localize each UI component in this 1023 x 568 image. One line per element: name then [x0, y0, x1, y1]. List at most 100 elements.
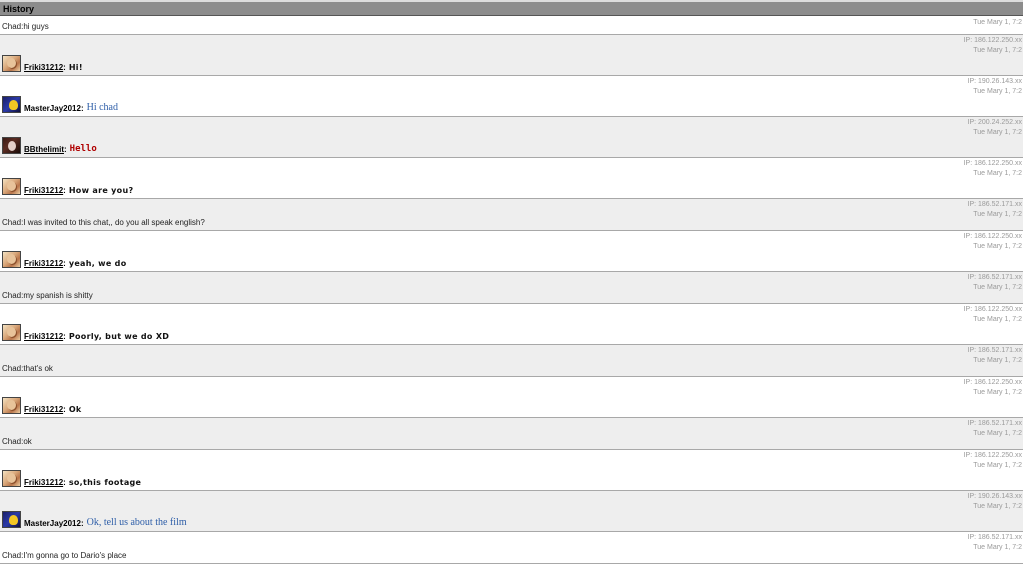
message-row: IP: 190.26.143.xx Tue Mary 1, 7:2 MasterJa…: [0, 491, 1023, 532]
message-meta: IP: 186.122.250.xx Tue Mary 1, 7:2: [964, 378, 1022, 398]
separator: :: [80, 104, 84, 113]
ip-address: IP: 186.52.171.xx: [967, 534, 1022, 541]
ip-address: IP: 186.122.250.xx: [963, 160, 1022, 167]
ip-address: IP: 200.24.252.xx: [967, 119, 1022, 126]
message-meta: IP: 186.122.250.xx Tue Mary 1, 7:2: [964, 451, 1022, 471]
message-list: Tue Mary 1, 7:2 Chad: hi guys IP: 186.122.…: [0, 17, 1023, 564]
message-line: Friki31212: Hi!: [2, 55, 83, 72]
separator: :: [63, 332, 66, 341]
message-meta: IP: 190.26.143.xx Tue Mary 1, 7:2: [968, 492, 1022, 512]
message-row: IP: 186.52.171.xx Tue Mary 1, 7:2 Chad: ok: [0, 418, 1023, 450]
avatar[interactable]: [2, 251, 21, 268]
ip-address: IP: 190.26.143.xx: [967, 493, 1022, 500]
timestamp: Tue Mary 1, 7:2: [973, 316, 1022, 323]
message-row: IP: 186.52.171.xx Tue Mary 1, 7:2 Chad: th…: [0, 345, 1023, 377]
message-row: IP: 186.122.250.xx Tue Mary 1, 7:2 Friki31…: [0, 231, 1023, 272]
ip-address: IP: 190.26.143.xx: [967, 78, 1022, 85]
username-link[interactable]: Friki31212: [24, 186, 63, 195]
message-row: Tue Mary 1, 7:2 Chad: hi guys: [0, 17, 1023, 35]
message-line: Friki31212: Poorly, but we do XD: [2, 324, 169, 341]
timestamp: Tue Mary 1, 7:2: [973, 211, 1022, 218]
username-link: MasterJay2012: [24, 519, 81, 528]
username-link[interactable]: Friki31212: [24, 478, 63, 487]
author-name: Chad: [2, 291, 22, 300]
username-link: MasterJay2012: [24, 104, 81, 113]
timestamp: Tue Mary 1, 7:2: [973, 170, 1022, 177]
username-link[interactable]: Friki31212: [24, 332, 63, 341]
ip-address: IP: 186.122.250.xx: [963, 233, 1022, 240]
separator: :: [63, 405, 66, 414]
separator: :: [64, 145, 67, 154]
message-meta: IP: 186.52.171.xx Tue Mary 1, 7:2: [968, 273, 1022, 293]
timestamp: Tue Mary 1, 7:2: [973, 284, 1022, 291]
avatar[interactable]: [2, 397, 21, 414]
author-name: Chad: [2, 364, 22, 373]
avatar[interactable]: [2, 55, 21, 72]
history-header: History: [0, 2, 1023, 16]
message-row: IP: 186.122.250.xx Tue Mary 1, 7:2 Friki31…: [0, 304, 1023, 345]
message-row: IP: 186.52.171.xx Tue Mary 1, 7:2 Chad: my…: [0, 272, 1023, 304]
username-link[interactable]: Friki31212: [24, 63, 63, 72]
author-name: Chad: [2, 551, 22, 560]
avatar[interactable]: [2, 178, 21, 195]
separator: :: [63, 478, 66, 487]
message-text: Ok: [68, 405, 82, 414]
ip-address: IP: 186.122.250.xx: [963, 379, 1022, 386]
message-text: that's ok: [23, 364, 53, 373]
author-name: Chad: [2, 218, 22, 227]
message-meta: Tue Mary 1, 7:2: [973, 18, 1022, 28]
ip-address: IP: 186.52.171.xx: [967, 274, 1022, 281]
ip-address: IP: 186.52.171.xx: [967, 420, 1022, 427]
message-meta: IP: 186.52.171.xx Tue Mary 1, 7:2: [968, 346, 1022, 366]
message-meta: IP: 186.122.250.xx Tue Mary 1, 7:2: [964, 159, 1022, 179]
message-meta: IP: 186.122.250.xx Tue Mary 1, 7:2: [964, 305, 1022, 325]
message-meta: IP: 186.122.250.xx Tue Mary 1, 7:2: [964, 36, 1022, 56]
message-line: Chad: hi guys: [2, 22, 49, 31]
username-link[interactable]: BBthelimit: [24, 145, 64, 154]
message-meta: IP: 186.122.250.xx Tue Mary 1, 7:2: [964, 232, 1022, 252]
message-row: IP: 200.24.252.xx Tue Mary 1, 7:2 BBthelim…: [0, 117, 1023, 158]
message-line: Friki31212: so,this footage: [2, 470, 141, 487]
separator: :: [63, 63, 66, 72]
message-text: Hello: [69, 144, 97, 154]
message-text: I'm gonna go to Dario's place: [23, 551, 127, 560]
message-meta: IP: 186.52.171.xx Tue Mary 1, 7:2: [968, 533, 1022, 553]
username-link[interactable]: Friki31212: [24, 405, 63, 414]
ip-address: IP: 186.52.171.xx: [967, 347, 1022, 354]
message-text: How are you?: [68, 186, 134, 195]
avatar[interactable]: [2, 96, 21, 113]
avatar[interactable]: [2, 137, 21, 154]
timestamp: Tue Mary 1, 7:2: [973, 357, 1022, 364]
timestamp: Tue Mary 1, 7:2: [973, 47, 1022, 54]
timestamp: Tue Mary 1, 7:2: [973, 462, 1022, 469]
message-line: Friki31212: How are you?: [2, 178, 133, 195]
message-line: MasterJay2012: Ok, tell us about the film: [2, 511, 187, 528]
separator: :: [80, 519, 84, 528]
message-row: IP: 186.52.171.xx Tue Mary 1, 7:2 Chad: I …: [0, 199, 1023, 231]
username-link[interactable]: Friki31212: [24, 259, 63, 268]
avatar[interactable]: [2, 470, 21, 487]
message-meta: IP: 186.52.171.xx Tue Mary 1, 7:2: [968, 419, 1022, 439]
message-meta: IP: 186.52.171.xx Tue Mary 1, 7:2: [968, 200, 1022, 220]
message-row: IP: 186.122.250.xx Tue Mary 1, 7:2 Friki31…: [0, 377, 1023, 418]
avatar[interactable]: [2, 511, 21, 528]
author-name: Chad: [2, 22, 22, 31]
message-line: Chad: my spanish is shitty: [2, 291, 93, 300]
history-title: History: [3, 4, 35, 14]
avatar[interactable]: [2, 324, 21, 341]
message-row: IP: 186.122.250.xx Tue Mary 1, 7:2 Friki31…: [0, 158, 1023, 199]
timestamp: Tue Mary 1, 7:2: [973, 503, 1022, 510]
separator: :: [63, 186, 66, 195]
timestamp: Tue Mary 1, 7:2: [973, 243, 1022, 250]
message-line: Friki31212: Ok: [2, 397, 82, 414]
message-row: IP: 186.122.250.xx Tue Mary 1, 7:2 Friki31…: [0, 35, 1023, 76]
message-line: Chad: that's ok: [2, 364, 53, 373]
timestamp: Tue Mary 1, 7:2: [973, 430, 1022, 437]
separator: :: [63, 259, 66, 268]
timestamp: Tue Mary 1, 7:2: [973, 129, 1022, 136]
message-row: IP: 186.52.171.xx Tue Mary 1, 7:2 Chad: I'…: [0, 532, 1023, 564]
message-line: Chad: I was invited to this chat,, do yo…: [2, 218, 205, 227]
message-line: BBthelimit: Hello: [2, 137, 97, 154]
timestamp: Tue Mary 1, 7:2: [973, 544, 1022, 551]
ip-address: IP: 186.122.250.xx: [963, 37, 1022, 44]
